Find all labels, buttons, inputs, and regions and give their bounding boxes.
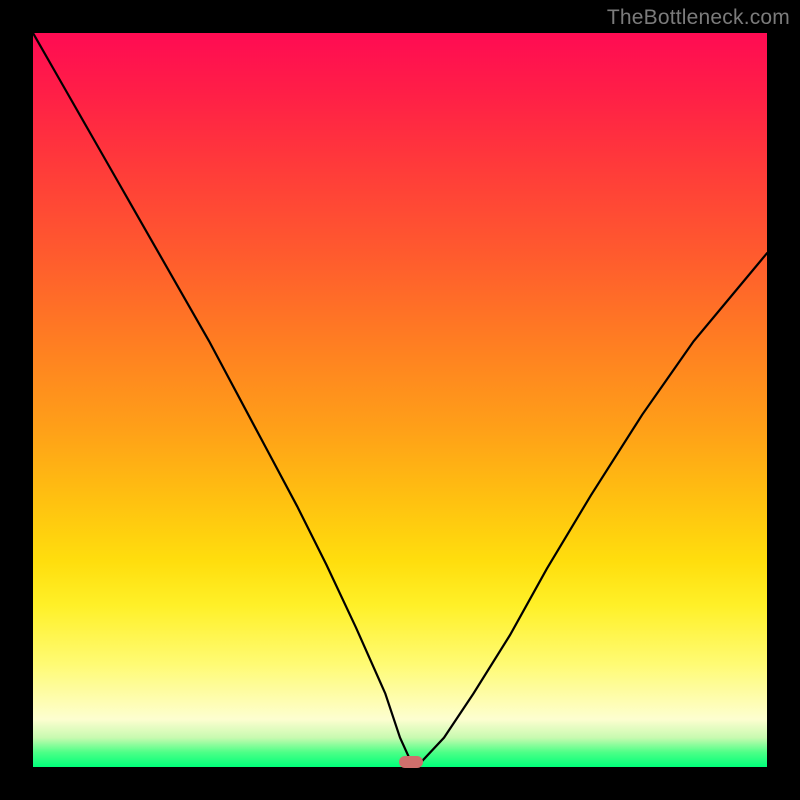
curve-svg xyxy=(33,33,767,767)
plot-area xyxy=(33,33,767,767)
optimum-marker xyxy=(399,756,423,768)
watermark-text: TheBottleneck.com xyxy=(607,6,790,30)
bottleneck-curve xyxy=(33,33,767,762)
chart-frame: TheBottleneck.com xyxy=(0,0,800,800)
